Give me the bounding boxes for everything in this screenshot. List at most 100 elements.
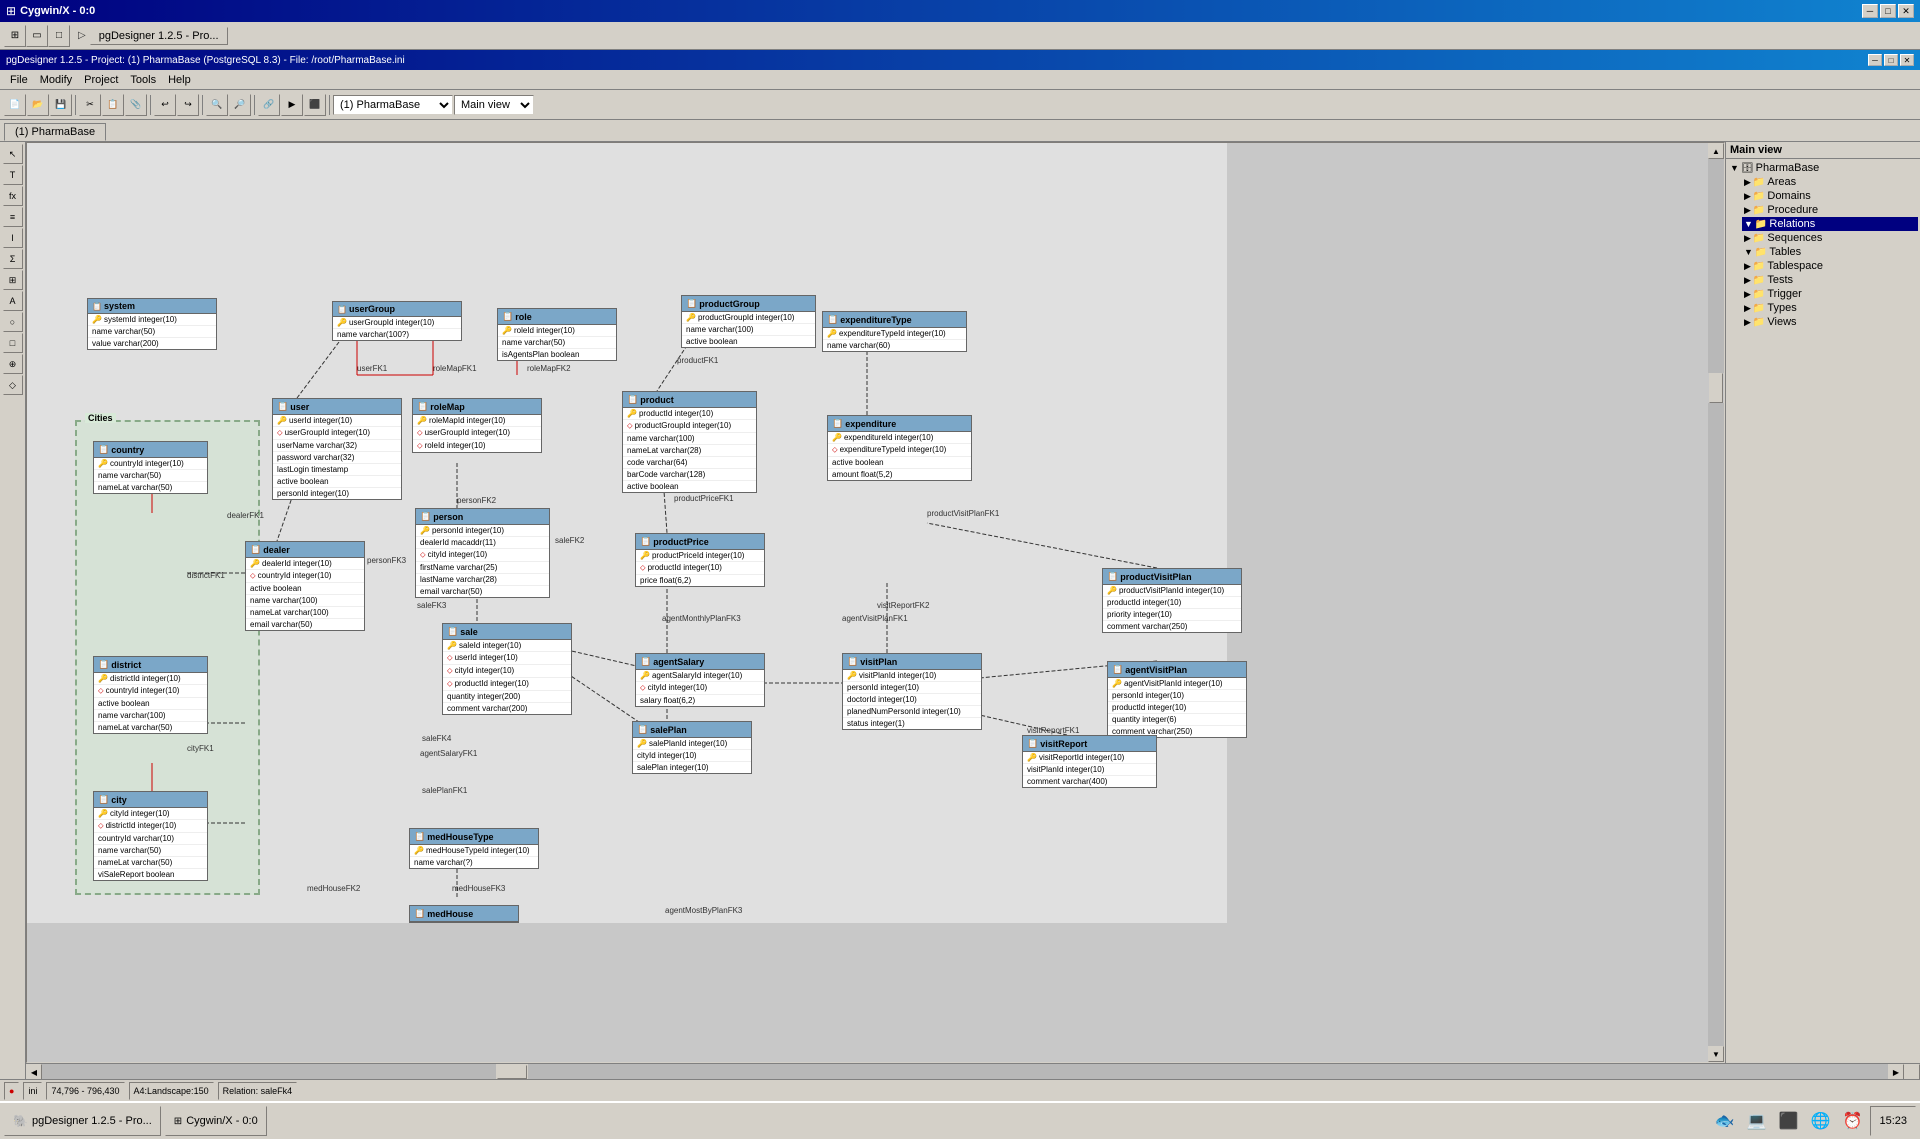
tree-procedure[interactable]: ▶📁Procedure bbox=[1742, 203, 1918, 217]
table-productvisitplan[interactable]: 📋productVisitPlan 🔑productVisitPlanId in… bbox=[1102, 568, 1242, 633]
tool-copy[interactable]: 📋 bbox=[102, 94, 124, 116]
ltool-1[interactable]: ↖ bbox=[3, 144, 23, 164]
tool-cut[interactable]: ✂ bbox=[79, 94, 101, 116]
ltool-5[interactable]: I bbox=[3, 228, 23, 248]
tab-pharmabase[interactable]: (1) PharmaBase bbox=[4, 123, 106, 141]
tool-new[interactable]: 📄 bbox=[4, 94, 26, 116]
tool-zoom-in[interactable]: 🔍 bbox=[206, 94, 228, 116]
status-page: A4:Landscape:150 bbox=[129, 1082, 214, 1100]
ltool-7[interactable]: ⊞ bbox=[3, 270, 23, 290]
taskbar-icon2[interactable]: 💻 bbox=[1742, 1107, 1770, 1135]
scroll-top[interactable]: ▲ bbox=[1708, 143, 1724, 159]
tb-btn1[interactable]: ⊞ bbox=[4, 25, 26, 47]
pg-close[interactable]: ✕ bbox=[1900, 54, 1914, 66]
minimize-btn[interactable]: ─ bbox=[1862, 4, 1878, 18]
ltool-8[interactable]: A bbox=[3, 291, 23, 311]
tool-save[interactable]: 💾 bbox=[50, 94, 72, 116]
table-system[interactable]: 📋system 🔑systemId integer(10) name varch… bbox=[87, 298, 217, 350]
hscroll-right[interactable]: ▶ bbox=[1888, 1064, 1904, 1079]
table-dealer[interactable]: 📋dealer 🔑dealerId integer(10) ⬦countryId… bbox=[245, 541, 365, 631]
tool-stop[interactable]: ⬛ bbox=[304, 94, 326, 116]
taskbar-icon5[interactable]: ⏰ bbox=[1838, 1107, 1866, 1135]
tree-view: ▼ 🗄 PharmaBase ▶📁Areas ▶📁Domains bbox=[1726, 159, 1920, 1063]
tool-redo[interactable]: ↪ bbox=[177, 94, 199, 116]
tree-domains[interactable]: ▶📁Domains bbox=[1742, 189, 1918, 203]
status-bar: ● ini 74,796 - 796,430 A4:Landscape:150 … bbox=[0, 1079, 1920, 1101]
table-product[interactable]: 📋product 🔑productId integer(10) ⬦product… bbox=[622, 391, 757, 493]
menu-modify[interactable]: Modify bbox=[34, 72, 78, 88]
pgdesigner-title: pgDesigner 1.2.5 - Project: (1) PharmaBa… bbox=[6, 55, 405, 66]
tree-relations[interactable]: ▼📁Relations bbox=[1742, 217, 1918, 231]
hscroll-left[interactable]: ◀ bbox=[26, 1064, 42, 1079]
tree-sequences[interactable]: ▶📁Sequences bbox=[1742, 231, 1918, 245]
ltool-6[interactable]: Σ bbox=[3, 249, 23, 269]
tool-open[interactable]: 📂 bbox=[27, 94, 49, 116]
tool-zoom-out[interactable]: 🔎 bbox=[229, 94, 251, 116]
tree-tables[interactable]: ▼📁Tables bbox=[1742, 245, 1918, 259]
table-person[interactable]: 📋person 🔑personId integer(10) dealerId m… bbox=[415, 508, 550, 598]
svg-text:saleFK4: saleFK4 bbox=[422, 734, 452, 743]
menu-help[interactable]: Help bbox=[162, 72, 197, 88]
taskbar: 🐘 pgDesigner 1.2.5 - Pro... ⊞ Cygwin/X -… bbox=[0, 1101, 1920, 1139]
canvas[interactable]: ▲ bbox=[26, 142, 1725, 1063]
start-pgdesigner[interactable]: 🐘 pgDesigner 1.2.5 - Pro... bbox=[4, 1106, 161, 1136]
tree-tests[interactable]: ▶📁Tests bbox=[1742, 273, 1918, 287]
table-expendituretype[interactable]: 📋expenditureType 🔑expenditureTypeId inte… bbox=[822, 311, 967, 352]
ltool-12[interactable]: ◇ bbox=[3, 375, 23, 395]
vscroll-down[interactable]: ▼ bbox=[1708, 1046, 1724, 1062]
table-visitreport[interactable]: 📋visitReport 🔑visitReportId integer(10) … bbox=[1022, 735, 1157, 788]
table-medhousetype[interactable]: 📋medHouseType 🔑medHouseTypeId integer(10… bbox=[409, 828, 539, 869]
taskbar-icon4[interactable]: 🌐 bbox=[1806, 1107, 1834, 1135]
pg-minimize[interactable]: ─ bbox=[1868, 54, 1882, 66]
inner-title-btn: pgDesigner 1.2.5 - Pro... bbox=[90, 27, 228, 45]
table-role[interactable]: 📋role 🔑roleId integer(10) name varchar(5… bbox=[497, 308, 617, 361]
taskbar-icon3[interactable]: ⬛ bbox=[1774, 1107, 1802, 1135]
tb-btn2[interactable]: ▭ bbox=[26, 25, 48, 47]
ltool-3[interactable]: fx bbox=[3, 186, 23, 206]
menu-tools[interactable]: Tools bbox=[124, 72, 162, 88]
table-rolemap[interactable]: 📋roleMap 🔑roleMapId integer(10) ⬦userGro… bbox=[412, 398, 542, 453]
ltool-11[interactable]: ⊕ bbox=[3, 354, 23, 374]
close-btn[interactable]: ✕ bbox=[1898, 4, 1914, 18]
table-medhouse-partial[interactable]: 📋medHouse bbox=[409, 905, 519, 923]
maximize-btn[interactable]: □ bbox=[1880, 4, 1896, 18]
view-dropdown[interactable]: Main view bbox=[454, 95, 534, 115]
ltool-4[interactable]: ≡ bbox=[3, 207, 23, 227]
pg-restore[interactable]: □ bbox=[1884, 54, 1898, 66]
tool-run[interactable]: ▶ bbox=[281, 94, 303, 116]
table-sale[interactable]: 📋sale 🔑saleId integer(10) ⬦userId intege… bbox=[442, 623, 572, 715]
tool-connect[interactable]: 🔗 bbox=[258, 94, 280, 116]
table-usergroup[interactable]: 📋userGroup 🔑userGroupId integer(10) name… bbox=[332, 301, 462, 341]
right-panel: Main view ▼ 🗄 PharmaBase ▶📁Areas bbox=[1725, 142, 1920, 1063]
table-agentsalary[interactable]: 📋agentSalary 🔑agentSalaryId integer(10) … bbox=[635, 653, 765, 707]
table-visitplan[interactable]: 📋visitPlan 🔑visitPlanId integer(10) pers… bbox=[842, 653, 982, 730]
tree-areas[interactable]: ▶📁Areas bbox=[1742, 175, 1918, 189]
tool-undo[interactable]: ↩ bbox=[154, 94, 176, 116]
taskbar-icon1[interactable]: 🐟 bbox=[1710, 1107, 1738, 1135]
svg-text:visitReportFK2: visitReportFK2 bbox=[877, 601, 930, 610]
tree-types[interactable]: ▶📁Types bbox=[1742, 301, 1918, 315]
tb-btn3[interactable]: □ bbox=[48, 25, 70, 47]
tree-views[interactable]: ▶📁Views bbox=[1742, 315, 1918, 329]
menu-file[interactable]: File bbox=[4, 72, 34, 88]
ltool-10[interactable]: □ bbox=[3, 333, 23, 353]
tree-trigger[interactable]: ▶📁Trigger bbox=[1742, 287, 1918, 301]
table-city[interactable]: 📋city 🔑cityId integer(10) ⬦districtId in… bbox=[93, 791, 208, 881]
tree-root[interactable]: ▼ 🗄 PharmaBase bbox=[1728, 161, 1918, 175]
table-country[interactable]: 📋country 🔑countryId integer(10) name var… bbox=[93, 441, 208, 494]
ltool-2[interactable]: T bbox=[3, 165, 23, 185]
table-productgroup[interactable]: 📋productGroup 🔑productGroupId integer(10… bbox=[681, 295, 816, 348]
table-user[interactable]: 📋user 🔑userId integer(10) ⬦userGroupId i… bbox=[272, 398, 402, 500]
ltool-9[interactable]: ○ bbox=[3, 312, 23, 332]
table-productprice[interactable]: 📋productPrice 🔑productPriceId integer(10… bbox=[635, 533, 765, 587]
menu-project[interactable]: Project bbox=[78, 72, 124, 88]
taskbar-cygwin[interactable]: ⊞ Cygwin/X - 0:0 bbox=[165, 1106, 267, 1136]
tool-paste[interactable]: 📎 bbox=[125, 94, 147, 116]
tree-tablespace[interactable]: ▶📁Tablespace bbox=[1742, 259, 1918, 273]
project-dropdown[interactable]: (1) PharmaBase bbox=[333, 95, 453, 115]
svg-text:saleFK3: saleFK3 bbox=[417, 601, 447, 610]
table-saleplan[interactable]: 📋salePlan 🔑salePlanId integer(10) cityId… bbox=[632, 721, 752, 774]
table-district[interactable]: 📋district 🔑districtId integer(10) ⬦count… bbox=[93, 656, 208, 734]
table-expenditure[interactable]: 📋expenditure 🔑expenditureId integer(10) … bbox=[827, 415, 972, 481]
table-agentvisitplan[interactable]: 📋agentVisitPlan 🔑agentVisitPlanId intege… bbox=[1107, 661, 1247, 738]
